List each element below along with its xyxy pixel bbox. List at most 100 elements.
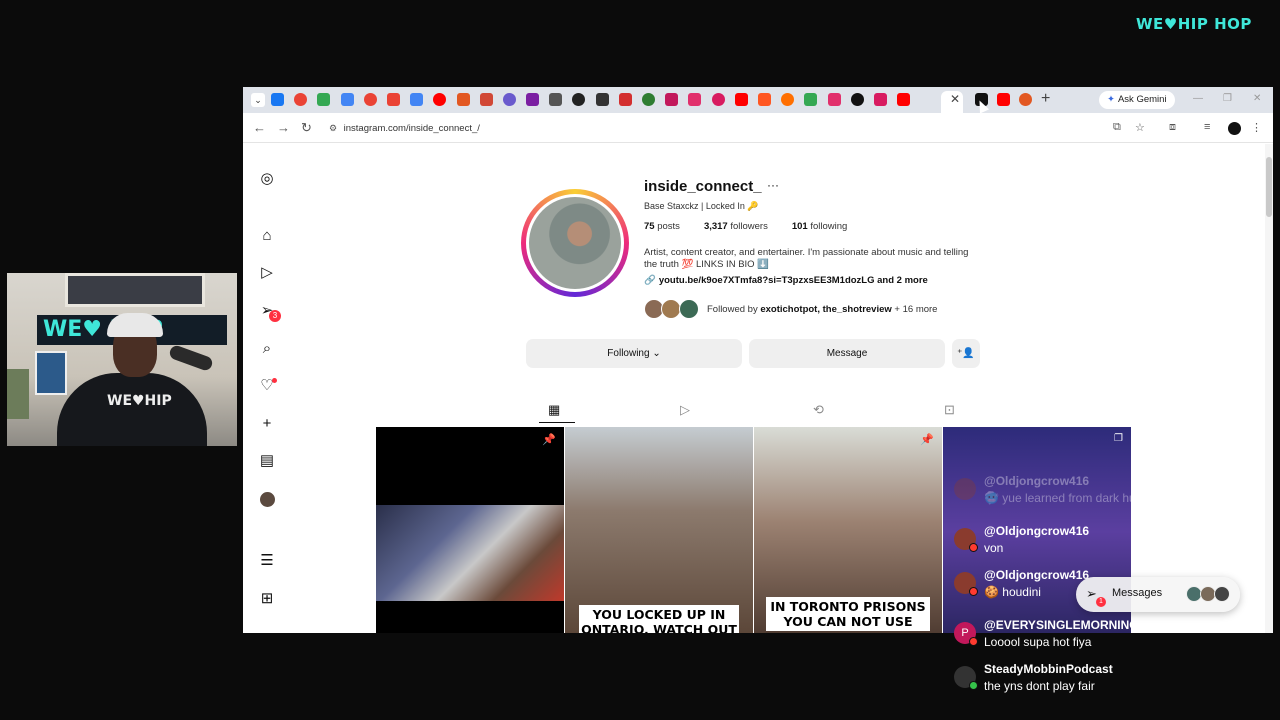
post-tile[interactable]: YOU LOCKED UP IN ONTARIO, WATCH OUT <box>565 427 753 633</box>
dashboard-icon[interactable]: ▤ <box>258 452 276 470</box>
tab-favicon[interactable] <box>827 93 841 106</box>
link-icon: 🔗 <box>644 275 656 286</box>
post-tile[interactable]: 📌 <box>376 427 564 633</box>
profile-username: inside_connect_ <box>644 178 762 195</box>
followers-stat[interactable]: 3,317 followers <box>704 221 780 232</box>
reels-tab-icon[interactable]: ▷ <box>680 402 690 418</box>
ig-sidebar: ◎ ⌂ ▷ ➢ 3 ⌕ ♡ + ▤ ☰ ⊞ <box>243 144 291 633</box>
chat-username: @Oldjongcrow416 <box>984 568 1090 582</box>
scrollbar-thumb[interactable] <box>1266 157 1272 217</box>
microphone <box>167 343 215 373</box>
chat-youtube-badge <box>969 637 978 646</box>
chat-text: von <box>984 541 1004 555</box>
followed-by-more: + 16 more <box>894 304 938 315</box>
close-window-icon[interactable]: ✕ <box>1253 93 1261 104</box>
chat-username: @EVERYSINGLEMORNING <box>984 618 1139 632</box>
following-button[interactable]: Following ⌄ <box>526 339 742 368</box>
tab-search-button[interactable]: ⌄ <box>251 93 265 107</box>
maximize-icon[interactable]: ❐ <box>1223 93 1232 104</box>
tab-favicon[interactable] <box>781 93 795 106</box>
chrome-menu-icon[interactable]: ⋮ <box>1251 121 1262 134</box>
profile-nav-avatar[interactable] <box>260 492 275 507</box>
post-tile[interactable]: 📌 IN TORONTO PRISONS YOU CAN NOT USE <box>754 427 942 633</box>
tab-favicon[interactable] <box>804 93 818 106</box>
following-stat[interactable]: 101 following <box>792 221 859 232</box>
media-control-icon[interactable]: ≡ <box>1204 121 1210 133</box>
chat-username: @Oldjongcrow416 <box>984 474 1090 488</box>
tab-favicon[interactable] <box>386 93 400 106</box>
tab-favicon[interactable] <box>642 93 655 106</box>
tab-favicon[interactable] <box>317 93 331 106</box>
tab-close-icon[interactable]: ✕ <box>950 92 960 106</box>
tab-favicon[interactable] <box>410 93 424 106</box>
post-caption: IN TORONTO PRISONS YOU CAN NOT USE <box>766 597 930 631</box>
tab-favicon[interactable] <box>757 93 771 106</box>
tab-favicon[interactable] <box>479 93 493 106</box>
carousel-icon: ❐ <box>1114 433 1123 444</box>
followed-by-prefix: Followed by <box>707 304 758 315</box>
profile-tabs: ▦ ▷ ⟲ ⊡ <box>243 402 1273 422</box>
tab-favicon[interactable] <box>271 93 284 106</box>
messages-pill-badge: 1 <box>1096 597 1106 607</box>
posts-stat: 75 posts <box>644 221 692 232</box>
tab-favicon[interactable] <box>688 93 702 106</box>
reposts-tab-icon[interactable]: ⟲ <box>813 402 824 418</box>
tab-favicon[interactable] <box>850 93 864 106</box>
new-tab-icon[interactable]: + <box>1041 90 1050 108</box>
tagged-tab-icon[interactable]: ⊡ <box>944 402 955 418</box>
instagram-logo-icon[interactable]: ◎ <box>258 170 276 188</box>
profile-avatar-icon[interactable] <box>1228 122 1241 135</box>
profile-picture[interactable] <box>529 197 621 289</box>
chat-avatar <box>954 478 976 500</box>
forward-icon[interactable]: → <box>277 120 290 135</box>
tab-favicon[interactable] <box>340 93 354 106</box>
tab-favicon[interactable] <box>294 93 308 106</box>
minimize-icon[interactable]: — <box>1193 93 1203 104</box>
site-info-icon[interactable]: ⚙ <box>329 117 341 139</box>
profile-link[interactable]: 🔗 youtu.be/k9oe7XTmfa8?si=T3pzxsEE3M1dozL… <box>644 275 928 286</box>
home-icon[interactable]: ⌂ <box>258 227 276 245</box>
chat-platform-badge <box>969 681 978 690</box>
tab-favicon[interactable] <box>595 93 609 106</box>
chat-username: SteadyMobbinPodcast <box>984 662 1113 676</box>
followed-by[interactable]: Followed by exotichotpot, the_shotreview… <box>707 304 937 315</box>
tab-favicon[interactable] <box>549 93 563 106</box>
also-from-meta-icon[interactable]: ⊞ <box>258 590 276 608</box>
message-button[interactable]: Message <box>749 339 945 368</box>
pinned-icon: 📌 <box>920 434 934 446</box>
install-app-icon[interactable]: ⧉ <box>1113 121 1121 134</box>
vertical-scrollbar[interactable] <box>1265 144 1273 633</box>
bookmark-star-icon[interactable]: ☆ <box>1135 121 1145 134</box>
reload-icon[interactable]: ↻ <box>301 120 312 136</box>
tab-favicon[interactable] <box>734 93 748 106</box>
tab-favicon[interactable] <box>456 93 470 106</box>
posts-grid-icon[interactable]: ▦ <box>548 402 560 418</box>
tab-favicon[interactable] <box>897 93 911 106</box>
extensions-icon[interactable]: ⧈ <box>1169 121 1176 134</box>
tab-favicon[interactable] <box>433 93 447 106</box>
back-icon[interactable]: ← <box>253 120 266 135</box>
tab-favicon[interactable] <box>572 93 586 106</box>
ask-gemini-button[interactable]: ✦ Ask Gemini <box>1099 91 1175 109</box>
tab-favicon[interactable] <box>363 93 377 106</box>
tab-reddit-favicon[interactable] <box>1019 93 1032 106</box>
search-icon[interactable]: ⌕ <box>258 340 276 358</box>
tab-favicon[interactable] <box>502 93 516 106</box>
tab-favicon[interactable] <box>618 93 632 106</box>
address-bar[interactable]: ⚙ instagram.com/inside_connect_/ <box>325 117 1155 139</box>
messages-pill[interactable]: ➢ 1 Messages <box>1076 577 1240 612</box>
gemini-label: Ask Gemini <box>1117 94 1167 105</box>
tab-favicon[interactable] <box>873 93 887 106</box>
profile-bio: Artist, content creator, and entertainer… <box>644 247 969 270</box>
tab-favicon[interactable] <box>665 93 679 106</box>
options-icon[interactable]: ··· <box>767 178 779 192</box>
tab-favicon[interactable] <box>526 93 540 106</box>
tab-favicon[interactable] <box>711 93 725 106</box>
posts-count: 75 <box>644 221 655 232</box>
suggested-users-icon[interactable]: ⁺👤 <box>952 339 980 368</box>
chat-youtube-badge <box>969 543 978 552</box>
brand-logo: WE♥HIP HOP <box>1136 15 1252 33</box>
tab-youtube-favicon[interactable] <box>997 93 1010 106</box>
menu-icon[interactable]: ☰ <box>258 552 276 570</box>
reels-icon[interactable]: ▷ <box>258 264 276 282</box>
